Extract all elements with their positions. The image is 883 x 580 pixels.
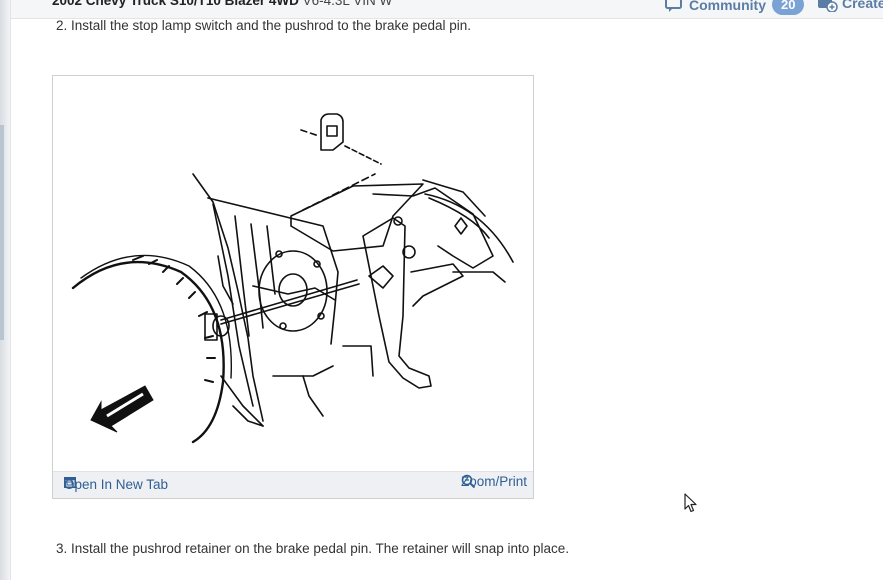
open-in-new-tab-label: Open In New Tab xyxy=(64,477,169,492)
community-label: Community xyxy=(689,0,766,13)
page-title-vehicle: 2002 Chevy Truck S10/T10 Blazer 4WD xyxy=(52,0,299,8)
step-2-text: 2. Install the stop lamp switch and the … xyxy=(56,18,472,33)
mouse-pointer-icon xyxy=(684,493,697,513)
top-header-bar: 2002 Chevy Truck S10/T10 Blazer 4WD V6-4… xyxy=(11,0,883,19)
diagram-figure: Open In New Tab Zoom/Print xyxy=(52,75,534,499)
frame-scroll-track xyxy=(0,125,4,340)
create-label: Create xyxy=(842,0,883,11)
open-window-icon xyxy=(64,477,76,488)
chat-bubble-icon xyxy=(665,0,682,12)
figure-footer: Open In New Tab Zoom/Print xyxy=(53,471,533,498)
community-link[interactable]: Community 20 xyxy=(665,0,805,15)
open-in-new-tab-button[interactable]: Open In New Tab xyxy=(64,477,168,492)
brake-pedal-diagram xyxy=(71,113,514,444)
step-3-text: 3. Install the pushrod retainer on the b… xyxy=(56,541,570,556)
create-plus-icon xyxy=(818,0,838,12)
left-window-frame xyxy=(0,0,11,580)
zoom-magnifier-icon xyxy=(461,474,476,489)
zoom-print-button[interactable]: Zoom/Print xyxy=(461,474,527,489)
community-count-badge: 20 xyxy=(772,0,805,15)
page-title: 2002 Chevy Truck S10/T10 Blazer 4WD V6-4… xyxy=(52,0,392,8)
page-title-engine: V6-4.3L VIN W xyxy=(302,0,393,8)
create-button[interactable]: Create xyxy=(816,0,883,12)
